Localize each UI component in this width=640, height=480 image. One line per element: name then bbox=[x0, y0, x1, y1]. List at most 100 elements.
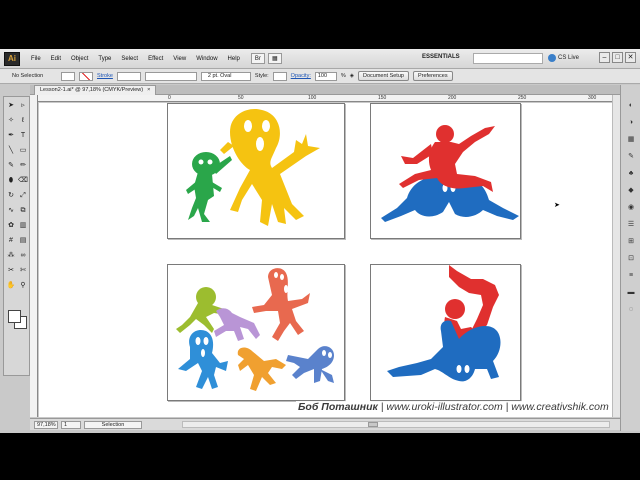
sky-blue-alien bbox=[178, 329, 228, 389]
free-transform-icon[interactable]: ⧉ bbox=[18, 206, 28, 215]
rotate-icon[interactable]: ↻ bbox=[6, 191, 16, 200]
red-figure bbox=[399, 125, 495, 192]
zoom-level[interactable]: 97,18% bbox=[34, 420, 58, 429]
style-picker[interactable] bbox=[272, 71, 287, 81]
layers-icon[interactable]: ☰ bbox=[626, 220, 636, 229]
artboard-navigator[interactable]: 1 bbox=[61, 420, 81, 429]
opacity-label[interactable]: Opacity: bbox=[291, 73, 311, 79]
recolor-icon[interactable]: ◈ bbox=[350, 73, 354, 79]
artboard-4[interactable] bbox=[370, 264, 521, 401]
artboard-3[interactable] bbox=[167, 264, 345, 401]
warp-icon[interactable]: ∿ bbox=[6, 206, 16, 215]
mouse-cursor-icon: ➤ bbox=[554, 202, 560, 209]
workspace-switcher[interactable]: ESSENTIALS bbox=[422, 54, 460, 60]
blend-icon[interactable]: ∞ bbox=[18, 251, 28, 260]
yellow-alien bbox=[220, 108, 320, 226]
menu-list: File Edit Object Type Select Effect View… bbox=[26, 56, 245, 62]
color-panel-icon[interactable]: ◐ bbox=[626, 101, 636, 110]
scissors-icon[interactable]: ✄ bbox=[18, 266, 28, 275]
fill-swatch[interactable] bbox=[8, 310, 21, 323]
horizontal-scroll-thumb[interactable] bbox=[368, 422, 378, 427]
horizontal-scrollbar[interactable] bbox=[182, 421, 610, 428]
ruler-mark: 0 bbox=[168, 95, 171, 101]
maximize-button[interactable]: □ bbox=[612, 52, 623, 63]
document-tab[interactable]: Lesson2-1.ai* @ 97,18% (CMYK/Preview) × bbox=[34, 85, 157, 95]
align-icon[interactable]: ⊞ bbox=[626, 237, 636, 246]
gradient-panel-icon[interactable]: ▬ bbox=[626, 288, 636, 297]
transparency-icon[interactable]: ◌ bbox=[626, 305, 636, 314]
symbols-icon[interactable]: ♣ bbox=[626, 169, 636, 178]
artwork-red-blue-figures-2[interactable] bbox=[371, 265, 522, 402]
gradient-icon[interactable]: ▤ bbox=[18, 236, 28, 245]
slice-icon[interactable]: ✂ bbox=[6, 266, 16, 275]
minimize-button[interactable]: – bbox=[599, 52, 610, 63]
lasso-icon[interactable]: ℓ bbox=[18, 116, 28, 125]
go-to-bridge-button[interactable]: Br bbox=[250, 53, 265, 64]
appearance-icon[interactable]: ◉ bbox=[626, 203, 636, 212]
symbol-sprayer-icon[interactable]: ✿ bbox=[6, 221, 16, 230]
arrange-documents-button[interactable]: ▦ bbox=[267, 53, 282, 64]
watermark-site-2: www.creativshik.com bbox=[511, 401, 609, 413]
opacity-field[interactable]: 100 bbox=[314, 71, 337, 81]
graph-icon[interactable]: ▥ bbox=[18, 221, 28, 230]
graphic-styles-icon[interactable]: ◆ bbox=[626, 186, 636, 195]
direct-selection-icon[interactable]: ▹ bbox=[18, 101, 28, 110]
canvas-area[interactable]: Боб Поташник | www.uroki-illustrator.com… bbox=[39, 103, 620, 417]
menu-view[interactable]: View bbox=[168, 56, 191, 62]
preferences-button[interactable]: Preferences bbox=[412, 71, 453, 81]
line-icon[interactable]: ╲ bbox=[6, 146, 16, 155]
eyedropper-icon[interactable]: ⁂ bbox=[6, 251, 16, 260]
document-title: Lesson2-1.ai* @ 97,18% (CMYK/Preview) bbox=[40, 87, 144, 93]
menu-effect[interactable]: Effect bbox=[143, 56, 168, 62]
ruler-mark: 200 bbox=[448, 95, 457, 101]
color-guide-icon[interactable]: ◑ bbox=[626, 118, 636, 127]
menu-file[interactable]: File bbox=[26, 56, 46, 62]
stroke-label[interactable]: Stroke bbox=[97, 73, 113, 79]
pencil-icon[interactable]: ✏ bbox=[18, 161, 28, 170]
rectangle-icon[interactable]: ▭ bbox=[18, 146, 28, 155]
blob-brush-icon[interactable]: ⬮ bbox=[6, 176, 16, 185]
status-mode[interactable]: Selection bbox=[84, 420, 142, 429]
close-tab-icon[interactable]: × bbox=[147, 86, 150, 95]
help-search-input[interactable] bbox=[473, 53, 543, 64]
variable-width-field[interactable] bbox=[144, 71, 197, 81]
stroke-control[interactable] bbox=[79, 71, 93, 81]
vertical-scrollbar[interactable] bbox=[612, 95, 620, 417]
fill-control[interactable] bbox=[61, 71, 75, 81]
pen-icon[interactable]: ✒ bbox=[6, 131, 16, 140]
artboard-2[interactable] bbox=[370, 103, 521, 239]
cs-live-button[interactable]: CS Live bbox=[548, 54, 579, 62]
type-icon[interactable]: T bbox=[18, 131, 28, 140]
artwork-two-aliens[interactable] bbox=[168, 104, 346, 240]
menu-object[interactable]: Object bbox=[66, 56, 93, 62]
hand-icon[interactable]: ✋ bbox=[6, 281, 16, 290]
menu-select[interactable]: Select bbox=[116, 56, 143, 62]
stroke-weight-field[interactable] bbox=[116, 71, 141, 81]
panel-dock: ◐ ◑ ▦ ✎ ♣ ◆ ◉ ☰ ⊞ ⊡ ≡ ▬ ◌ bbox=[620, 85, 640, 431]
artwork-red-blue-figures-1[interactable] bbox=[371, 104, 522, 240]
swatches-icon[interactable]: ▦ bbox=[626, 135, 636, 144]
paintbrush-icon[interactable]: ✎ bbox=[6, 161, 16, 170]
stroke-panel-icon[interactable]: ≡ bbox=[626, 271, 636, 280]
selection-arrow-icon[interactable]: ➤ bbox=[6, 101, 16, 110]
transform-icon[interactable]: ⊡ bbox=[626, 254, 636, 263]
artboard-1[interactable] bbox=[167, 103, 345, 239]
magic-wand-icon[interactable]: ✧ bbox=[6, 116, 16, 125]
scale-icon[interactable]: ⤢ bbox=[18, 191, 28, 200]
document-setup-button[interactable]: Document Setup bbox=[357, 71, 409, 81]
close-button[interactable]: ✕ bbox=[625, 52, 636, 63]
menu-help[interactable]: Help bbox=[223, 56, 245, 62]
menu-edit[interactable]: Edit bbox=[46, 56, 66, 62]
brush-definition[interactable]: 2 pt. Oval bbox=[200, 71, 251, 81]
menu-bar: Ai File Edit Object Type Select Effect V… bbox=[0, 49, 640, 69]
control-bar: No Selection Stroke 2 pt. Oval Style: Op… bbox=[0, 69, 640, 84]
zoom-icon[interactable]: ⚲ bbox=[18, 281, 28, 290]
menu-type[interactable]: Type bbox=[93, 56, 116, 62]
brushes-icon[interactable]: ✎ bbox=[626, 152, 636, 161]
cs-live-label: CS Live bbox=[558, 55, 580, 61]
mesh-icon[interactable]: # bbox=[6, 236, 16, 245]
ruler-mark: 150 bbox=[378, 95, 387, 101]
eraser-icon[interactable]: ⌫ bbox=[18, 176, 28, 185]
artwork-group-of-aliens[interactable] bbox=[168, 265, 346, 402]
menu-window[interactable]: Window bbox=[191, 56, 222, 62]
